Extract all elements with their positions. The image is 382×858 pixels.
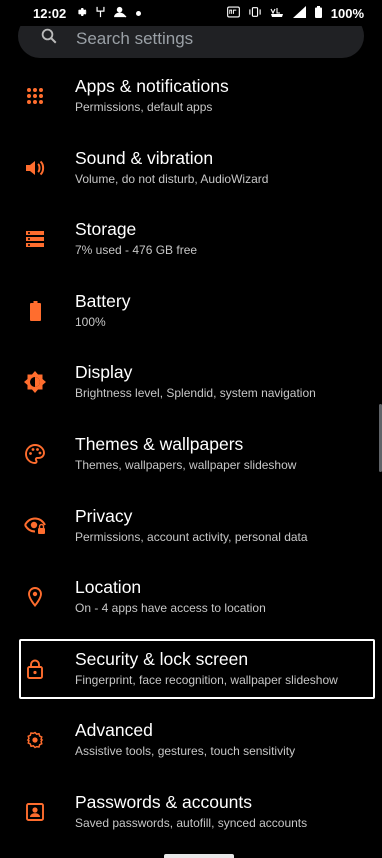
settings-item-apps-notifications[interactable]: Apps & notifications Permissions, defaul… [0, 73, 382, 145]
item-subtitle: Permissions, account activity, personal … [75, 529, 308, 544]
apps-grid-icon [24, 85, 46, 107]
item-title: Battery [75, 290, 131, 311]
usb-icon [96, 6, 105, 21]
item-title: Privacy [75, 505, 133, 526]
settings-item-battery[interactable]: Battery 100% [0, 288, 382, 360]
item-text: Themes & wallpapers Themes, wallpapers, … [75, 433, 296, 474]
item-subtitle: Themes, wallpapers, wallpaper slideshow [75, 457, 297, 472]
item-title: Sound & vibration [75, 147, 214, 168]
item-title: Apps & notifications [75, 76, 229, 96]
settings-item-privacy[interactable]: Privacy Permissions, account activity, p… [0, 503, 382, 575]
battery-full-icon [24, 300, 46, 322]
item-subtitle: 7% used - 476 GB free [75, 243, 198, 258]
item-text: Security & lock screen Fingerprint, face… [75, 648, 338, 689]
settings-item-sound-vibration[interactable]: Sound & vibration Volume, do not disturb… [0, 145, 382, 217]
status-bar: 12:02 100% [0, 0, 382, 26]
item-text: Advanced Assistive tools, gestures, touc… [75, 719, 295, 760]
settings-item-display[interactable]: Display Brightness level, Splendid, syst… [0, 359, 382, 431]
settings-list: Apps & notifications Permissions, defaul… [0, 73, 382, 858]
dot-icon [136, 8, 142, 19]
account-box-icon [24, 801, 46, 823]
item-text: Privacy Permissions, account activity, p… [75, 505, 308, 546]
person-icon [114, 6, 127, 21]
item-title: Themes & wallpapers [75, 433, 244, 454]
volte-icon [270, 6, 284, 21]
palette-icon [24, 443, 46, 465]
item-text: Storage 7% used - 476 GB free [75, 218, 197, 259]
signal-icon [292, 5, 306, 21]
settings-item-passwords-accounts[interactable]: Passwords & accounts Saved passwords, au… [0, 789, 382, 858]
item-title: Passwords & accounts [75, 791, 253, 812]
battery-icon [314, 5, 322, 21]
item-text: Apps & notifications Permissions, defaul… [75, 75, 229, 116]
item-text: Location On - 4 apps have access to loca… [75, 576, 266, 617]
item-title: Advanced [75, 720, 153, 741]
lock-icon [24, 658, 46, 680]
gear-icon [75, 6, 87, 21]
item-subtitle: Saved passwords, autofill, synced accoun… [75, 815, 308, 830]
storage-icon [24, 228, 46, 250]
item-subtitle: Fingerprint, face recognition, wallpaper… [75, 672, 338, 687]
item-subtitle: On - 4 apps have access to location [75, 601, 266, 616]
item-title: Display [75, 362, 133, 383]
item-title: Location [75, 577, 142, 598]
item-text: Battery 100% [75, 290, 130, 331]
item-text: Passwords & accounts Saved passwords, au… [75, 791, 307, 832]
item-subtitle: 100% [75, 314, 106, 329]
item-text: Sound & vibration Volume, do not disturb… [75, 147, 268, 188]
item-text: Display Brightness level, Splendid, syst… [75, 361, 316, 402]
gesture-nav-handle[interactable] [164, 854, 234, 858]
search-placeholder: Search settings [76, 29, 194, 48]
item-title: Storage [75, 219, 137, 240]
speaker-icon [24, 157, 46, 179]
settings-item-security-lock-screen[interactable]: Security & lock screen Fingerprint, face… [0, 638, 382, 718]
brightness-icon [24, 371, 46, 394]
search-icon [40, 27, 58, 45]
nfc-icon [226, 6, 240, 21]
privacy-eye-icon [24, 515, 46, 537]
item-subtitle: Volume, do not disturb, AudioWizard [75, 171, 269, 186]
status-right: 100% [226, 5, 364, 21]
settings-screen: 12:02 100% Search settings Apps & notifi… [0, 0, 382, 858]
item-subtitle: Assistive tools, gestures, touch sensiti… [75, 744, 296, 759]
status-time: 12:02 [33, 5, 67, 21]
advanced-gear-icon [24, 729, 46, 751]
vibrate-icon [249, 6, 261, 21]
battery-percent: 100% [330, 5, 364, 21]
settings-item-themes-wallpapers[interactable]: Themes & wallpapers Themes, wallpapers, … [0, 431, 382, 503]
item-subtitle: Brightness level, Splendid, system navig… [75, 386, 316, 401]
settings-item-advanced[interactable]: Advanced Assistive tools, gestures, touc… [0, 717, 382, 789]
status-left: 12:02 [33, 5, 142, 21]
location-pin-icon [24, 586, 46, 608]
settings-item-location[interactable]: Location On - 4 apps have access to loca… [0, 574, 382, 646]
settings-item-storage[interactable]: Storage 7% used - 476 GB free [0, 216, 382, 288]
item-subtitle: Permissions, default apps [75, 100, 213, 114]
item-title: Security & lock screen [75, 648, 249, 669]
